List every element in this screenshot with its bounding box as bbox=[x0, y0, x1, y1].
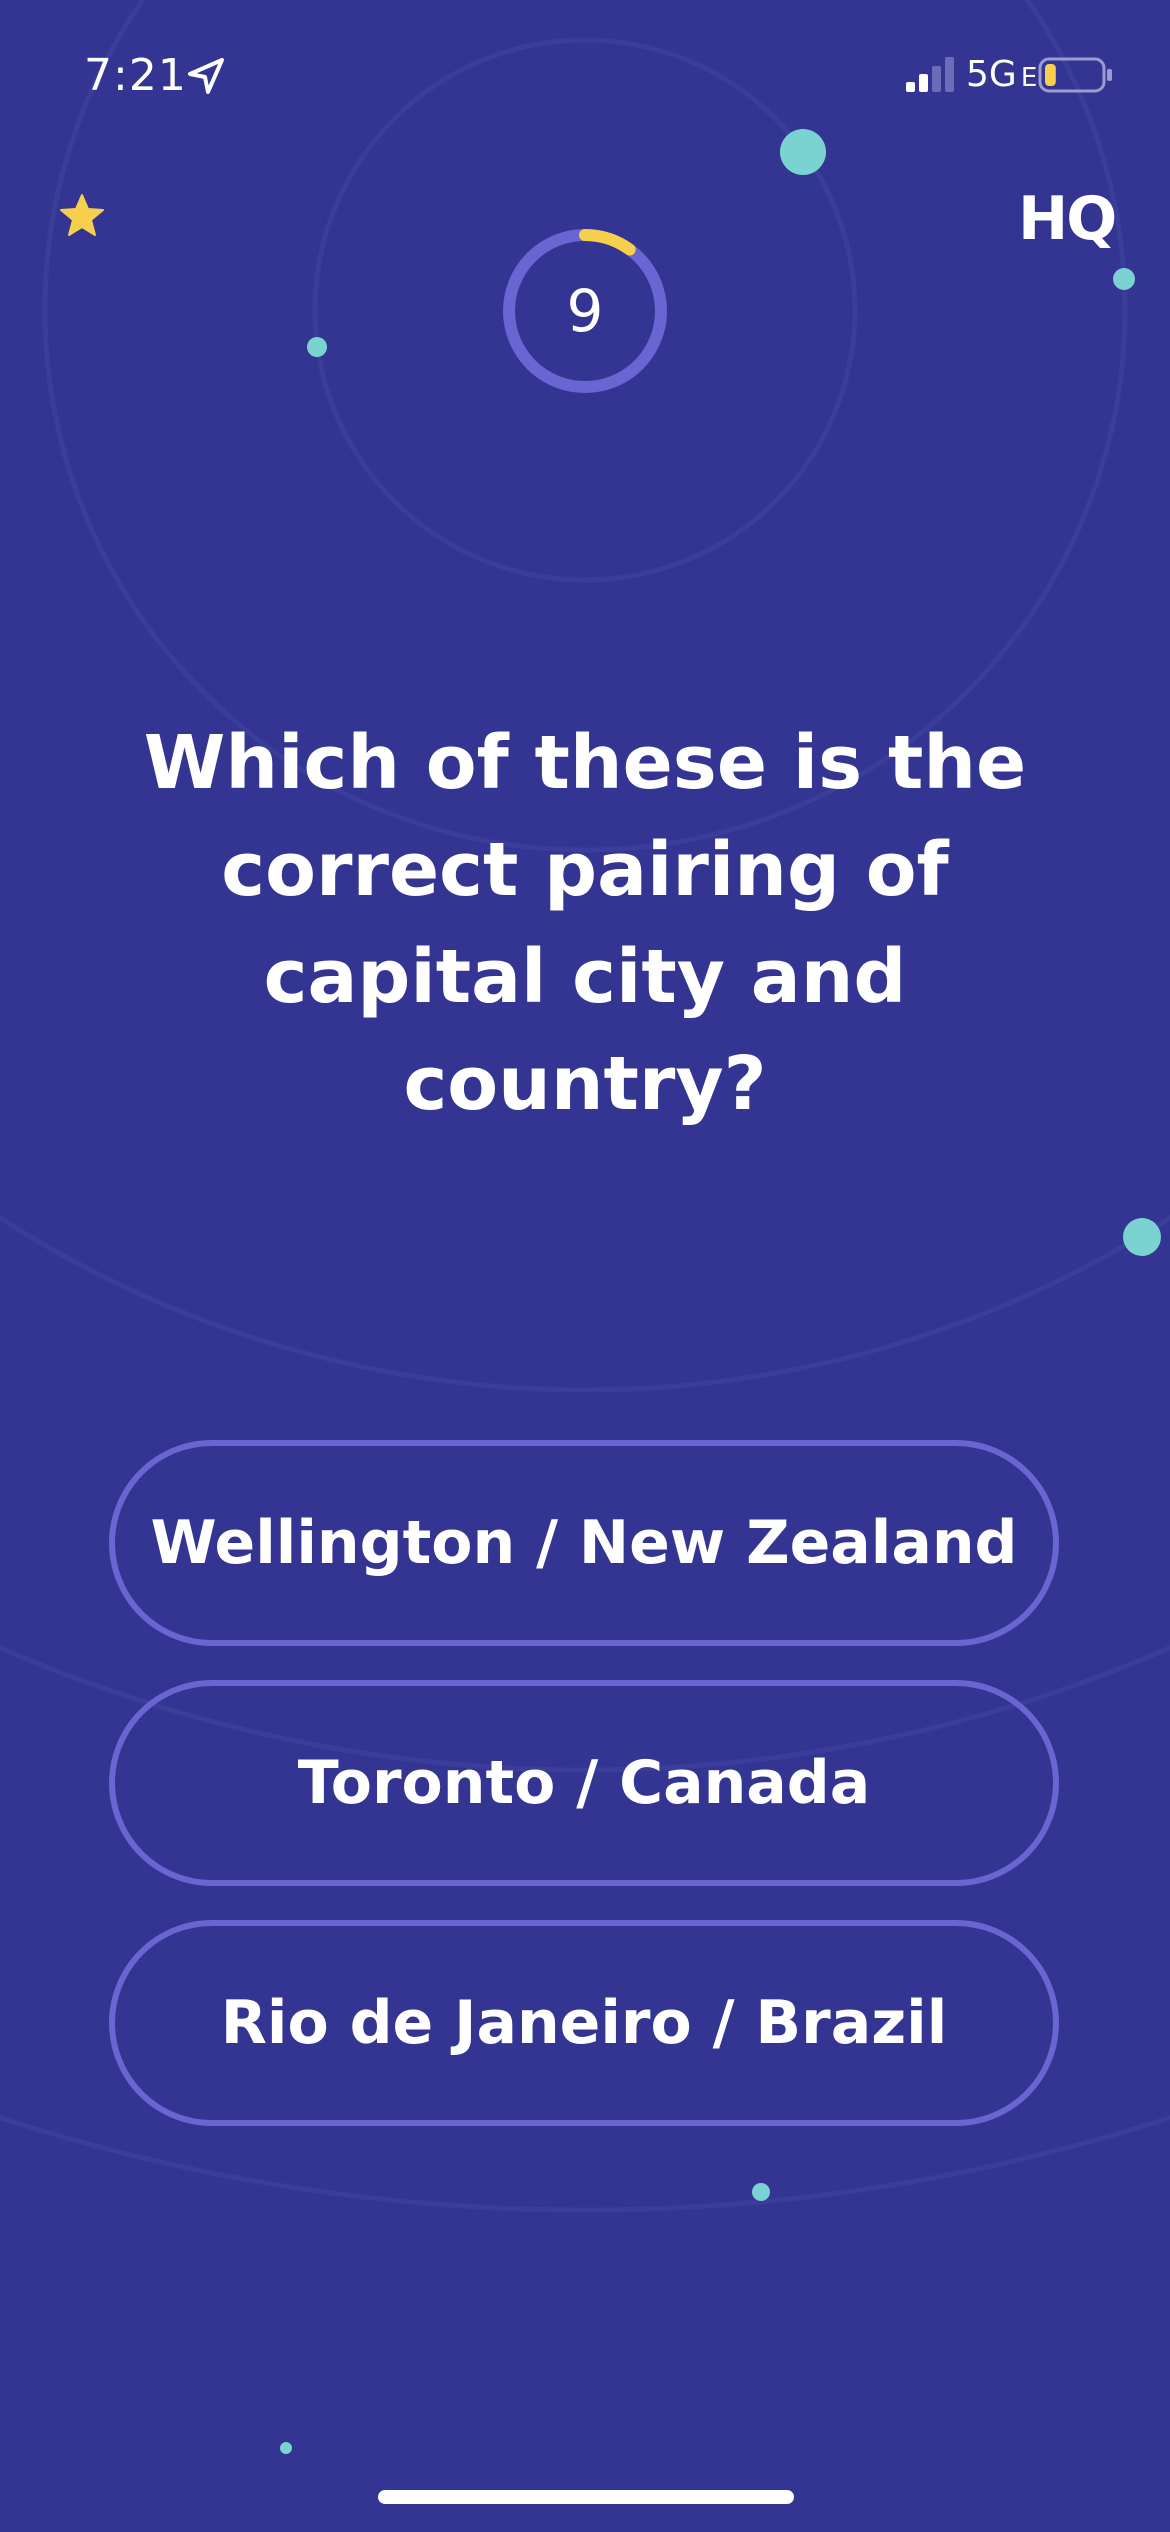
status-time: 7:21 bbox=[84, 50, 187, 101]
timer-value: 9 bbox=[566, 277, 604, 345]
question-text: Which of these is the correct pairing of… bbox=[143, 720, 1027, 1127]
answer-option-3[interactable]: Rio de Janeiro / Brazil bbox=[109, 1920, 1059, 2126]
battery-icon bbox=[1038, 57, 1112, 93]
decor-dot bbox=[752, 2183, 770, 2201]
cellular-signal-icon bbox=[906, 57, 954, 92]
decor-dot bbox=[307, 337, 327, 357]
decor-dot bbox=[780, 129, 826, 175]
answer-option-2[interactable]: Toronto / Canada bbox=[109, 1680, 1059, 1886]
countdown-timer: 9 bbox=[501, 227, 669, 395]
answer-option-1[interactable]: Wellington / New Zealand bbox=[109, 1440, 1059, 1646]
hq-logo: HQ bbox=[1018, 184, 1117, 254]
home-indicator[interactable] bbox=[378, 2490, 794, 2504]
network-type: 5G bbox=[966, 54, 1017, 95]
decor-dot bbox=[280, 2442, 292, 2454]
network-label: 5G E bbox=[966, 50, 1037, 103]
network-suffix: E bbox=[1020, 63, 1038, 93]
battery-fill bbox=[1045, 64, 1056, 86]
decor-dot bbox=[1123, 1218, 1161, 1256]
decor-dot bbox=[1113, 268, 1135, 290]
star-icon bbox=[60, 194, 104, 236]
location-arrow-icon bbox=[188, 58, 224, 94]
